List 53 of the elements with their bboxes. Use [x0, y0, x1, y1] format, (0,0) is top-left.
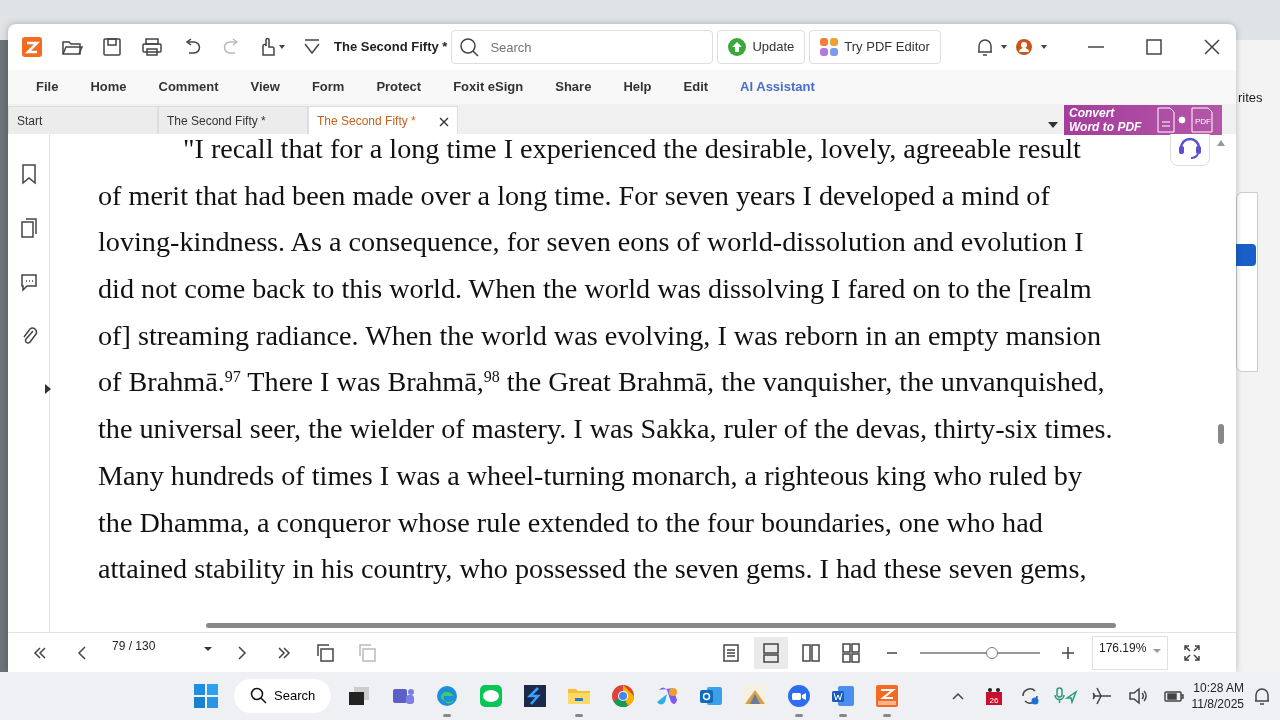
clock-time: 10:28 AM [1192, 680, 1244, 696]
clock-date: 11/8/2025 [1191, 696, 1244, 712]
zoom-slider-thumb[interactable] [986, 646, 998, 659]
convert-banner[interactable]: Convert Word to PDF PDF [1064, 105, 1222, 135]
menu-item[interactable]: Edit [667, 77, 725, 97]
video-app-icon[interactable] [787, 684, 812, 708]
browser-icon[interactable] [435, 684, 460, 708]
menu-item[interactable]: Foxit eSign [437, 77, 540, 97]
menu-item[interactable]: View [234, 77, 296, 97]
word-app-icon[interactable] [831, 684, 856, 708]
menu-item[interactable]: Home [74, 77, 143, 97]
text-line: "I recall that for a long time I experienced the desirable, lovely, agreeable result [182, 134, 1081, 166]
menu-item[interactable]: Share [539, 77, 608, 97]
text-line: the universal seer, the wielder of mastery. I was Sakka, ruler of the devas, thirty-six times. [98, 412, 1113, 447]
mail-app-icon[interactable] [699, 684, 724, 708]
text-line: attained stability in his country, who possessed the seven gems. I had these seven gems, [98, 552, 1087, 587]
menu-item[interactable]: File [20, 77, 75, 97]
sidebar-text: rites [1238, 89, 1263, 107]
document-tab[interactable]: The Second Fifty * [158, 106, 308, 134]
ai-assistant-button[interactable] [1170, 134, 1210, 166]
document-title: The Second Fifty * [334, 38, 448, 57]
page-number-field[interactable]: 79 / 130 [106, 634, 218, 671]
horizontal-scrollbar[interactable] [206, 623, 1116, 628]
menu-item[interactable]: AI Assistant [724, 77, 831, 97]
s-app-icon[interactable] [523, 684, 548, 708]
text-line: loving-kindness. As a consequence, for seven eons of world-dissolution and evolution I [98, 225, 1084, 260]
text-line: did not come back to this world. When the world was dissolving I fared on to the [realm [98, 272, 1092, 307]
try-editor-button[interactable]: Try PDF Editor [809, 30, 941, 64]
text-line: of merit that had been made over a long time. For seven years I developed a mind of [98, 178, 1050, 213]
update-button[interactable]: Update [717, 30, 806, 64]
taskbar-search[interactable]: Search [234, 679, 332, 713]
chrome-icon[interactable] [611, 684, 636, 708]
text-line: Many hundreds of times I was a wheel-turning monarch, a righteous king who ruled by [98, 458, 1082, 493]
scroll-up-icon[interactable] [1217, 140, 1225, 146]
menu-item[interactable]: Comment [142, 77, 235, 97]
scrollbar-thumb[interactable] [1218, 424, 1224, 444]
menu-item[interactable]: Form [295, 77, 361, 97]
text-line: of] streaming radiance. When the world was evolving, I was reborn in an empty mansion [98, 318, 1101, 353]
pdf-reader-icon[interactable] [875, 684, 900, 708]
menu-item[interactable]: Protect [360, 77, 438, 97]
menu-item[interactable]: Help [607, 77, 668, 97]
search-field[interactable]: Search [451, 30, 714, 64]
fan-app-icon[interactable] [743, 684, 768, 708]
colored-squares-icon [820, 38, 839, 56]
zoom-field[interactable]: 176.19% [1092, 635, 1168, 670]
continuous-page-icon[interactable] [754, 636, 788, 669]
document-tab[interactable]: Start [8, 106, 158, 134]
task-view-icon[interactable] [348, 685, 371, 707]
text-line: the Dhamma, a conqueror whose rule extended to the four boundaries, one who had [98, 505, 1043, 540]
start-icon[interactable] [194, 684, 218, 708]
search-icon [250, 687, 268, 705]
document-tab[interactable]: The Second Fifty * [308, 106, 458, 134]
text-line: of Brahmā.$^{97}$ There I was Brahmā,$^{98}$ the Great Brahmā, the vanquisher, the unvanquished, [98, 365, 1105, 400]
